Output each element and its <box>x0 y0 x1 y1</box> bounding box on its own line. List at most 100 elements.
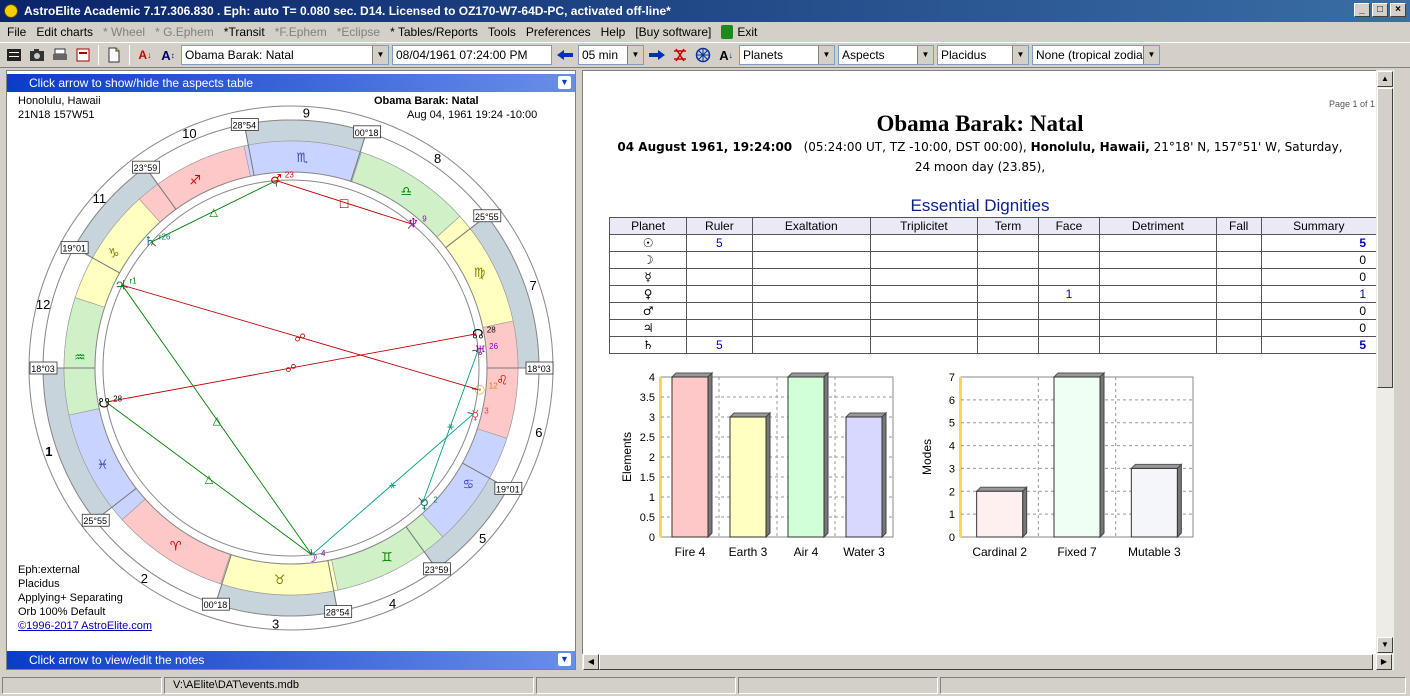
house-system-select[interactable]: Placidus ▼ <box>937 45 1029 65</box>
column-header: Face <box>1037 217 1100 235</box>
menu-transit[interactable]: *Transit <box>219 25 270 39</box>
table-cell: 0 <box>1260 319 1378 337</box>
menu-preferences[interactable]: Preferences <box>521 25 596 39</box>
cusp-degree-label: 00°18 <box>353 125 382 139</box>
chevron-down-icon[interactable]: ▼ <box>372 46 388 64</box>
report-title: Obama Barak: Natal <box>876 111 1084 136</box>
planet-glyph-icon: ♄ <box>608 336 688 354</box>
table-cell <box>869 268 978 286</box>
scroll-thumb[interactable] <box>599 654 1373 670</box>
menu-wheel[interactable]: * Wheel <box>98 25 150 39</box>
print-icon[interactable] <box>50 45 70 65</box>
aspect-glyph-icon: △ <box>205 472 214 485</box>
menu-f-ephem[interactable]: *F.Ephem <box>270 25 332 39</box>
table-cell <box>686 251 753 269</box>
wheel-icon[interactable] <box>693 45 713 65</box>
menu-help[interactable]: Help <box>596 25 631 39</box>
aspects-select[interactable]: Aspects ▼ <box>838 45 934 65</box>
new-document-icon[interactable] <box>104 45 124 65</box>
column-header: Triplicitet <box>869 217 978 235</box>
x-tick-label: Cardinal 2 <box>972 545 1027 559</box>
copyright-link[interactable]: ©1996-2017 AstroElite.com <box>18 619 152 633</box>
menu-g-ephem[interactable]: * G.Ephem <box>150 25 219 39</box>
planets-select[interactable]: Planets ▼ <box>739 45 835 65</box>
aspect-glyph-icon: △ <box>210 205 219 218</box>
notes-toggle-bar[interactable]: Click arrow to view/edit the notes ▼ <box>7 651 575 669</box>
table-cell <box>869 336 978 354</box>
vertical-scrollbar[interactable]: ▲ ▼ <box>1376 70 1394 654</box>
svg-text:00°18: 00°18 <box>204 600 228 610</box>
menu-bar: File Edit charts * Wheel * G.Ephem *Tran… <box>0 22 1410 42</box>
scroll-left-icon[interactable]: ◀ <box>583 654 599 670</box>
chevron-down-icon[interactable]: ▼ <box>558 76 571 89</box>
scroll-down-icon[interactable]: ▼ <box>1377 637 1393 653</box>
cusp-degree-label: 18°03 <box>29 361 58 375</box>
print-preview-icon[interactable] <box>73 45 93 65</box>
scroll-up-icon[interactable]: ▲ <box>1377 71 1393 87</box>
menu-buy-software[interactable]: [Buy software] <box>630 25 716 39</box>
list-icon[interactable] <box>4 45 24 65</box>
svg-text:♂: ♂ <box>270 173 282 188</box>
aspects-table-toggle-bar[interactable]: Click arrow to show/hide the aspects tab… <box>7 74 575 92</box>
table-cell <box>686 285 753 303</box>
table-cell <box>1215 268 1262 286</box>
aspect-mode-info: Applying+ Separating <box>18 592 123 604</box>
chevron-down-icon[interactable]: ▼ <box>1012 46 1028 64</box>
close-button[interactable]: × <box>1390 3 1406 17</box>
table-cell <box>1037 234 1100 252</box>
house-number: 2 <box>141 571 148 586</box>
menu-file[interactable]: File <box>2 25 31 39</box>
svg-text:25°55: 25°55 <box>475 212 499 222</box>
step-back-icon[interactable] <box>555 45 575 65</box>
cusp-degree-label: 23°59 <box>132 160 160 174</box>
table-cell <box>751 234 871 252</box>
y-axis-label: Modes <box>920 439 934 475</box>
column-header: Ruler <box>686 217 753 235</box>
bar <box>975 486 1028 539</box>
chevron-down-icon[interactable]: ▼ <box>627 46 643 64</box>
column-header: Planet <box>608 217 688 235</box>
table-cell <box>751 251 871 269</box>
chevron-down-icon[interactable]: ▼ <box>917 46 933 64</box>
horizontal-scrollbar[interactable]: ◀ ▶ <box>582 654 1394 670</box>
minimize-button[interactable]: _ <box>1354 3 1370 17</box>
maximize-button[interactable]: □ <box>1372 3 1388 17</box>
table-cell <box>976 268 1039 286</box>
step-forward-icon[interactable] <box>647 45 667 65</box>
sort-order-icon[interactable]: A ↓ <box>716 45 736 65</box>
svg-text:00°18: 00°18 <box>355 128 379 138</box>
aspect-lines-icon[interactable] <box>670 45 690 65</box>
scroll-thumb[interactable] <box>1377 88 1393 388</box>
menu-eclipse[interactable]: *Eclipse <box>332 25 385 39</box>
modes-chart: 0 1 2 3 4 5 6 7 Cardinal 2 Fixed 7 Mutable 3 Modes <box>920 371 1194 559</box>
report-subtitle: 04 August 1961, 19:24:00 (05:24:00 UT, T… <box>617 140 1343 174</box>
x-tick-label: Fire 4 <box>675 545 706 559</box>
sort-down-icon[interactable]: A ↓ <box>135 45 155 65</box>
chevron-down-icon[interactable]: ▼ <box>558 653 571 666</box>
svg-text:18°03: 18°03 <box>527 364 551 374</box>
svg-text:26: 26 <box>489 342 498 351</box>
camera-icon[interactable] <box>27 45 47 65</box>
y-tick-label: 1 <box>949 509 955 521</box>
svg-text:19°01: 19°01 <box>62 244 86 254</box>
datetime-field[interactable]: 08/04/1961 07:24:00 PM <box>392 45 552 65</box>
column-header: Detriment <box>1098 217 1217 235</box>
menu-edit-charts[interactable]: Edit charts <box>31 25 98 39</box>
menu-tools[interactable]: Tools <box>483 25 521 39</box>
cusp-degree-label: 28°54 <box>324 605 353 618</box>
table-cell: 5 <box>1260 336 1378 354</box>
time-step-select[interactable]: 05 min ▼ <box>578 45 644 65</box>
house-number: 8 <box>434 151 441 166</box>
chevron-down-icon[interactable]: ▼ <box>1143 46 1159 64</box>
zodiac-select[interactable]: None (tropical zodiac) ▼ <box>1032 45 1160 65</box>
column-header: Summary <box>1260 217 1378 235</box>
chart-wheel[interactable]: ♓ ♈ ♉ ♊ ♋ ♌ ♍ ♎ ♏ ♐ ♑ ♒ 18°03 1 25°55 2 00°18 3 28°54 4 23°5… <box>7 93 575 653</box>
font-size-icon[interactable]: A ↕ <box>158 45 178 65</box>
menu-tables-reports[interactable]: * Tables/Reports <box>385 25 483 39</box>
menu-exit[interactable]: Exit <box>716 25 762 40</box>
chart-name-select[interactable]: Obama Barak: Natal ▼ <box>181 45 389 65</box>
table-cell <box>976 336 1039 354</box>
scroll-right-icon[interactable]: ▶ <box>1376 654 1392 670</box>
svg-text:♄: ♄ <box>144 235 156 250</box>
chevron-down-icon[interactable]: ▼ <box>818 46 834 64</box>
